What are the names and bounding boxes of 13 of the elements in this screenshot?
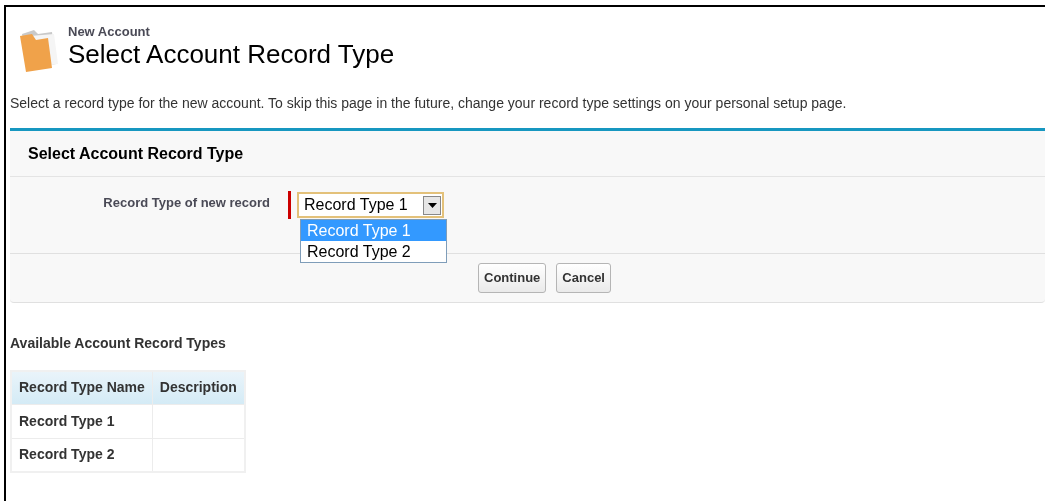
table-cell: Record Type 2 — [11, 438, 153, 472]
page-title: Select Account Record Type — [68, 39, 395, 69]
section-title: Available Account Record Types — [10, 334, 227, 353]
field-label: Record Type of new record — [102, 194, 271, 212]
record-type-dropdown[interactable]: Record Type 1 — [297, 192, 444, 218]
page-subtitle: New Account — [68, 24, 151, 39]
continue-button[interactable]: Continue — [478, 263, 547, 293]
instructions-text: Select a record type for the new account. To skip this page in the future, change your record type settings on your personal setup page. — [10, 94, 848, 112]
table-cell: Record Type 1 — [11, 404, 153, 438]
caret-icon — [423, 195, 441, 215]
panel-title: Select Account Record Type — [28, 143, 244, 164]
column-header: Record Type Name — [11, 371, 153, 404]
cancel-button[interactable]: Cancel — [556, 263, 611, 293]
